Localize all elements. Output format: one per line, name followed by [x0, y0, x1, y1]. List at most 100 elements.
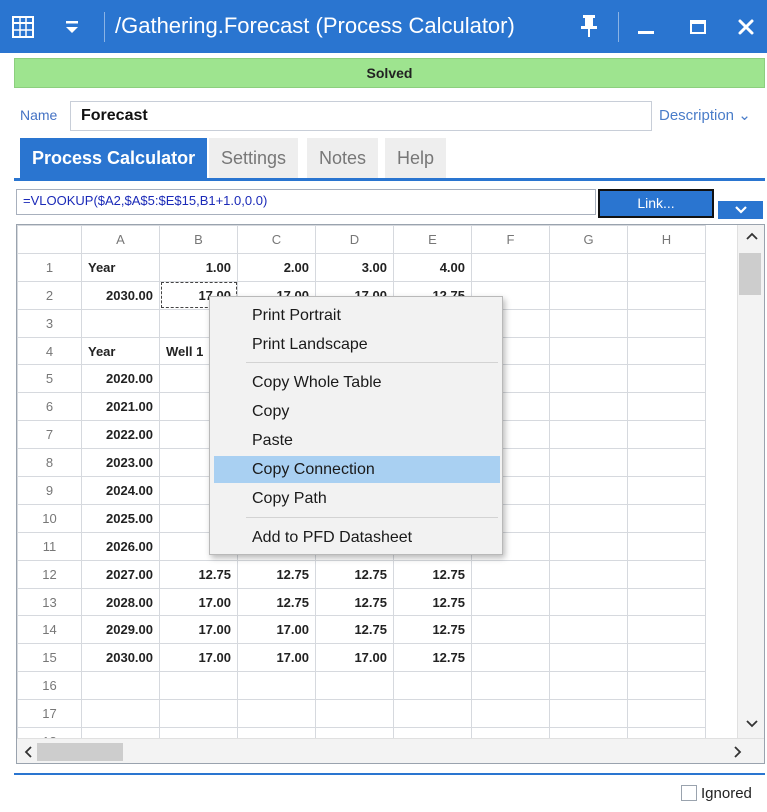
vertical-scrollbar[interactable]: [737, 225, 764, 738]
grid-cell-a16[interactable]: [81, 671, 160, 701]
grid-cell-c15[interactable]: 17.00: [237, 643, 316, 673]
grid-cell-a11[interactable]: 2026.00: [81, 531, 160, 561]
grid-cell-g16[interactable]: [549, 671, 628, 701]
grid-cell-g7[interactable]: [549, 420, 628, 450]
grid-cell-h12[interactable]: [627, 559, 706, 589]
row-header[interactable]: 8: [17, 448, 82, 478]
link-dropdown-button[interactable]: [718, 201, 763, 219]
tab-settings[interactable]: Settings: [209, 138, 299, 178]
scroll-right-icon[interactable]: [733, 745, 743, 759]
grid-cell-g11[interactable]: [549, 531, 628, 561]
tab-notes[interactable]: Notes: [307, 138, 379, 178]
row-header[interactable]: 16: [17, 671, 82, 701]
minimize-icon[interactable]: [632, 16, 660, 38]
column-header-e[interactable]: E: [393, 225, 472, 254]
grid-cell-h11[interactable]: [627, 531, 706, 561]
horizontal-scrollbar[interactable]: [17, 738, 764, 763]
menu-item-copy-whole-table[interactable]: Copy Whole Table: [214, 369, 500, 396]
grid-cell-g10[interactable]: [549, 503, 628, 533]
grid-cell-c12[interactable]: 12.75: [237, 559, 316, 589]
grid-cell-h13[interactable]: [627, 587, 706, 617]
grid-cell-g15[interactable]: [549, 643, 628, 673]
grid-cell-g1[interactable]: [549, 252, 628, 282]
grid-cell-a13[interactable]: 2028.00: [81, 587, 160, 617]
grid-cell-h5[interactable]: [627, 364, 706, 394]
grid-cell-a8[interactable]: 2023.00: [81, 448, 160, 478]
grid-cell-g6[interactable]: [549, 392, 628, 422]
grid-cell-g12[interactable]: [549, 559, 628, 589]
grid-cell-e17[interactable]: [393, 699, 472, 729]
row-header[interactable]: 7: [17, 420, 82, 450]
ignored-checkbox[interactable]: [681, 785, 697, 801]
menu-item-copy-path[interactable]: Copy Path: [214, 485, 500, 512]
row-header[interactable]: 2: [17, 280, 82, 310]
menu-item-print-portrait[interactable]: Print Portrait: [214, 302, 500, 329]
grid-cell-d18[interactable]: [315, 727, 394, 738]
grid-cell-d15[interactable]: 17.00: [315, 643, 394, 673]
menu-item-paste[interactable]: Paste: [214, 427, 500, 454]
grid-cell-a5[interactable]: 2020.00: [81, 364, 160, 394]
grid-cell-h18[interactable]: [627, 727, 706, 738]
grid-cell-g18[interactable]: [549, 727, 628, 738]
column-header-b[interactable]: B: [159, 225, 238, 254]
grid-cell-g9[interactable]: [549, 476, 628, 505]
grid-cell-h4[interactable]: [627, 336, 706, 366]
grid-cell-c18[interactable]: [237, 727, 316, 738]
grid-cell-h9[interactable]: [627, 476, 706, 505]
grid-cell-a1[interactable]: Year: [81, 252, 160, 282]
row-header[interactable]: 6: [17, 392, 82, 422]
grid-cell-d13[interactable]: 12.75: [315, 587, 394, 617]
grid-cell-d12[interactable]: 12.75: [315, 559, 394, 589]
grid-cell-h7[interactable]: [627, 420, 706, 450]
grid-cell-f14[interactable]: [471, 615, 550, 645]
grid-cell-h16[interactable]: [627, 671, 706, 701]
grid-cell-c1[interactable]: 2.00: [237, 252, 316, 282]
grid-cell-a15[interactable]: 2030.00: [81, 643, 160, 673]
grid-cell-a7[interactable]: 2022.00: [81, 420, 160, 450]
name-input[interactable]: Forecast: [70, 101, 652, 131]
menu-icon[interactable]: [62, 18, 82, 36]
grid-cell-h6[interactable]: [627, 392, 706, 422]
grid-cell-f13[interactable]: [471, 587, 550, 617]
close-icon[interactable]: [733, 14, 759, 40]
pin-icon[interactable]: [578, 13, 600, 39]
row-header[interactable]: 17: [17, 699, 82, 729]
grid-cell-c16[interactable]: [237, 671, 316, 701]
menu-item-copy[interactable]: Copy: [214, 398, 500, 425]
row-header[interactable]: 4: [17, 336, 82, 366]
scroll-down-icon[interactable]: [745, 719, 759, 729]
row-header[interactable]: 10: [17, 503, 82, 533]
maximize-icon[interactable]: [686, 16, 710, 38]
grid-cell-e13[interactable]: 12.75: [393, 587, 472, 617]
scroll-left-icon[interactable]: [23, 745, 33, 759]
grid-cell-e18[interactable]: [393, 727, 472, 738]
grid-cell-c13[interactable]: 12.75: [237, 587, 316, 617]
grid-cell-g5[interactable]: [549, 364, 628, 394]
grid-cell-g13[interactable]: [549, 587, 628, 617]
grid-cell-a9[interactable]: 2024.00: [81, 476, 160, 505]
horizontal-scroll-thumb[interactable]: [37, 743, 123, 761]
grid-cell-b13[interactable]: 17.00: [159, 587, 238, 617]
vertical-scroll-thumb[interactable]: [739, 253, 761, 295]
formula-input[interactable]: =VLOOKUP($A2,$A$5:$E$15,B1+1.0,0.0): [16, 189, 596, 215]
description-link[interactable]: Description ⌄: [659, 106, 751, 124]
grid-cell-g17[interactable]: [549, 699, 628, 729]
grid-cell-a10[interactable]: 2025.00: [81, 503, 160, 533]
row-header[interactable]: 12: [17, 559, 82, 589]
grid-cell-a17[interactable]: [81, 699, 160, 729]
grid-cell-b16[interactable]: [159, 671, 238, 701]
grid-cell-g3[interactable]: [549, 308, 628, 338]
grid-cell-e15[interactable]: 12.75: [393, 643, 472, 673]
grid-cell-b14[interactable]: 17.00: [159, 615, 238, 645]
tab-help[interactable]: Help: [385, 138, 447, 178]
grid-cell-a12[interactable]: 2027.00: [81, 559, 160, 589]
column-header-h[interactable]: H: [627, 225, 706, 254]
grid-cell-d1[interactable]: 3.00: [315, 252, 394, 282]
grid-cell-a6[interactable]: 2021.00: [81, 392, 160, 422]
row-header[interactable]: 13: [17, 587, 82, 617]
row-header[interactable]: 11: [17, 531, 82, 561]
column-header-c[interactable]: C: [237, 225, 316, 254]
grid-cell-b15[interactable]: 17.00: [159, 643, 238, 673]
grid-cell-b18[interactable]: [159, 727, 238, 738]
grid-cell-e1[interactable]: 4.00: [393, 252, 472, 282]
